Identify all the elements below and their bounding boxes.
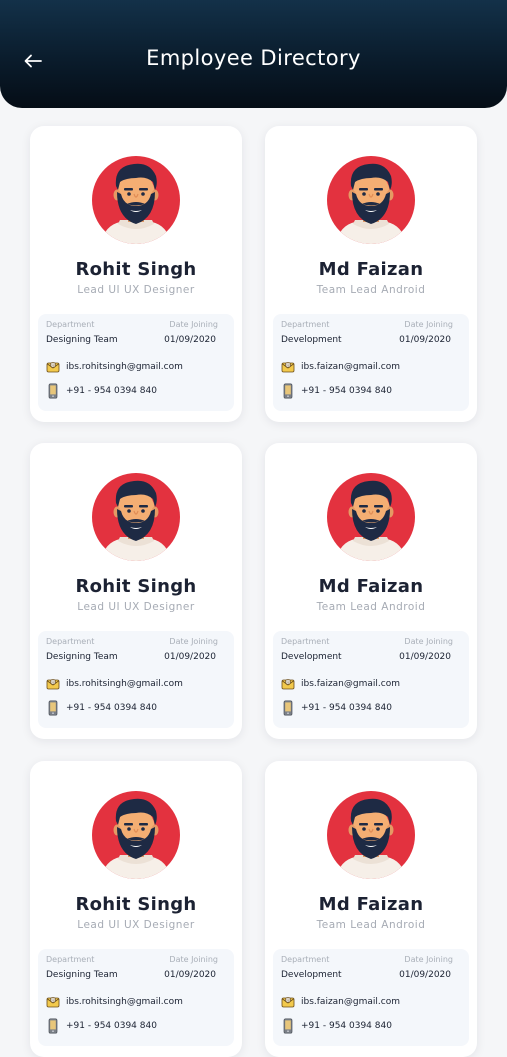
employee-card[interactable]: Md Faizan Team Lead Android Department D… bbox=[265, 126, 477, 422]
phone-icon bbox=[46, 1018, 60, 1034]
employee-info-panel: Department Date Joining Designing Team 0… bbox=[38, 949, 234, 1046]
email-icon: @ bbox=[281, 994, 295, 1010]
svg-text:@: @ bbox=[286, 998, 290, 1003]
email-icon: @ bbox=[281, 359, 295, 375]
email-text: ibs.rohitsingh@gmail.com bbox=[66, 362, 183, 372]
email-row[interactable]: @ ibs.rohitsingh@gmail.com bbox=[46, 358, 183, 376]
employee-role: Lead UI UX Designer bbox=[77, 284, 195, 296]
email-text: ibs.faizan@gmail.com bbox=[301, 362, 400, 372]
employee-card[interactable]: Rohit Singh Lead UI UX Designer Departme… bbox=[30, 761, 242, 1057]
employee-card[interactable]: Rohit Singh Lead UI UX Designer Departme… bbox=[30, 126, 242, 422]
department-label: Department bbox=[46, 637, 95, 646]
date-joining-value: 01/09/2020 bbox=[164, 335, 216, 345]
department-value: Development bbox=[281, 970, 342, 980]
date-joining-label: Date Joining bbox=[404, 637, 453, 646]
employee-name: Rohit Singh bbox=[75, 576, 197, 597]
email-text: ibs.faizan@gmail.com bbox=[301, 679, 400, 689]
phone-text: +91 - 954 0394 840 bbox=[66, 1021, 157, 1031]
phone-text: +91 - 954 0394 840 bbox=[301, 386, 392, 396]
employee-role: Team Lead Android bbox=[316, 284, 426, 296]
email-row[interactable]: @ ibs.faizan@gmail.com bbox=[281, 358, 400, 376]
svg-text:@: @ bbox=[51, 998, 55, 1003]
avatar bbox=[325, 789, 417, 881]
employee-role: Lead UI UX Designer bbox=[77, 601, 195, 613]
department-label: Department bbox=[46, 320, 95, 329]
employee-name: Md Faizan bbox=[318, 576, 424, 597]
department-value: Designing Team bbox=[46, 652, 118, 662]
employee-info-panel: Department Date Joining Development 01/0… bbox=[273, 631, 469, 728]
phone-text: +91 - 954 0394 840 bbox=[301, 1021, 392, 1031]
department-label: Department bbox=[281, 637, 330, 646]
email-icon: @ bbox=[46, 359, 60, 375]
date-joining-label: Date Joining bbox=[404, 955, 453, 964]
employee-role: Team Lead Android bbox=[316, 601, 426, 613]
phone-row[interactable]: +91 - 954 0394 840 bbox=[46, 699, 157, 717]
phone-row[interactable]: +91 - 954 0394 840 bbox=[281, 1017, 392, 1035]
phone-text: +91 - 954 0394 840 bbox=[66, 386, 157, 396]
department-value: Designing Team bbox=[46, 335, 118, 345]
svg-text:@: @ bbox=[286, 680, 290, 685]
employee-name: Rohit Singh bbox=[75, 894, 197, 915]
employee-info-panel: Department Date Joining Development 01/0… bbox=[273, 314, 469, 411]
employee-name: Md Faizan bbox=[318, 894, 424, 915]
avatar bbox=[325, 471, 417, 563]
employee-info-panel: Department Date Joining Development 01/0… bbox=[273, 949, 469, 1046]
date-joining-label: Date Joining bbox=[404, 320, 453, 329]
page-title: Employee Directory bbox=[146, 46, 361, 70]
email-row[interactable]: @ ibs.rohitsingh@gmail.com bbox=[46, 675, 183, 693]
email-icon: @ bbox=[281, 676, 295, 692]
phone-icon bbox=[281, 1018, 295, 1034]
email-icon: @ bbox=[46, 676, 60, 692]
employee-name: Rohit Singh bbox=[75, 259, 197, 280]
employee-card[interactable]: Md Faizan Team Lead Android Department D… bbox=[265, 761, 477, 1057]
employee-name: Md Faizan bbox=[318, 259, 424, 280]
svg-text:@: @ bbox=[286, 363, 290, 368]
email-text: ibs.rohitsingh@gmail.com bbox=[66, 997, 183, 1007]
department-label: Department bbox=[46, 955, 95, 964]
app-header: Employee Directory bbox=[0, 0, 507, 108]
department-value: Development bbox=[281, 652, 342, 662]
employee-grid: Rohit Singh Lead UI UX Designer Departme… bbox=[0, 0, 507, 1057]
phone-icon bbox=[46, 700, 60, 716]
department-value: Designing Team bbox=[46, 970, 118, 980]
phone-row[interactable]: +91 - 954 0394 840 bbox=[281, 382, 392, 400]
avatar bbox=[90, 154, 182, 246]
phone-text: +91 - 954 0394 840 bbox=[66, 703, 157, 713]
phone-row[interactable]: +91 - 954 0394 840 bbox=[46, 1017, 157, 1035]
date-joining-value: 01/09/2020 bbox=[399, 970, 451, 980]
date-joining-value: 01/09/2020 bbox=[164, 652, 216, 662]
date-joining-label: Date Joining bbox=[169, 955, 218, 964]
date-joining-value: 01/09/2020 bbox=[399, 335, 451, 345]
employee-role: Team Lead Android bbox=[316, 919, 426, 931]
date-joining-label: Date Joining bbox=[169, 320, 218, 329]
employee-role: Lead UI UX Designer bbox=[77, 919, 195, 931]
employee-card[interactable]: Md Faizan Team Lead Android Department D… bbox=[265, 443, 477, 739]
date-joining-value: 01/09/2020 bbox=[164, 970, 216, 980]
phone-row[interactable]: +91 - 954 0394 840 bbox=[281, 699, 392, 717]
email-row[interactable]: @ ibs.rohitsingh@gmail.com bbox=[46, 993, 183, 1011]
employee-card[interactable]: Rohit Singh Lead UI UX Designer Departme… bbox=[30, 443, 242, 739]
avatar bbox=[90, 471, 182, 563]
email-text: ibs.faizan@gmail.com bbox=[301, 997, 400, 1007]
department-label: Department bbox=[281, 955, 330, 964]
phone-icon bbox=[281, 700, 295, 716]
avatar bbox=[90, 789, 182, 881]
email-row[interactable]: @ ibs.faizan@gmail.com bbox=[281, 675, 400, 693]
email-icon: @ bbox=[46, 994, 60, 1010]
phone-text: +91 - 954 0394 840 bbox=[301, 703, 392, 713]
phone-row[interactable]: +91 - 954 0394 840 bbox=[46, 382, 157, 400]
email-row[interactable]: @ ibs.faizan@gmail.com bbox=[281, 993, 400, 1011]
email-text: ibs.rohitsingh@gmail.com bbox=[66, 679, 183, 689]
employee-info-panel: Department Date Joining Designing Team 0… bbox=[38, 314, 234, 411]
employee-info-panel: Department Date Joining Designing Team 0… bbox=[38, 631, 234, 728]
phone-icon bbox=[281, 383, 295, 399]
department-value: Development bbox=[281, 335, 342, 345]
svg-text:@: @ bbox=[51, 363, 55, 368]
date-joining-label: Date Joining bbox=[169, 637, 218, 646]
department-label: Department bbox=[281, 320, 330, 329]
date-joining-value: 01/09/2020 bbox=[399, 652, 451, 662]
phone-icon bbox=[46, 383, 60, 399]
svg-text:@: @ bbox=[51, 680, 55, 685]
avatar bbox=[325, 154, 417, 246]
